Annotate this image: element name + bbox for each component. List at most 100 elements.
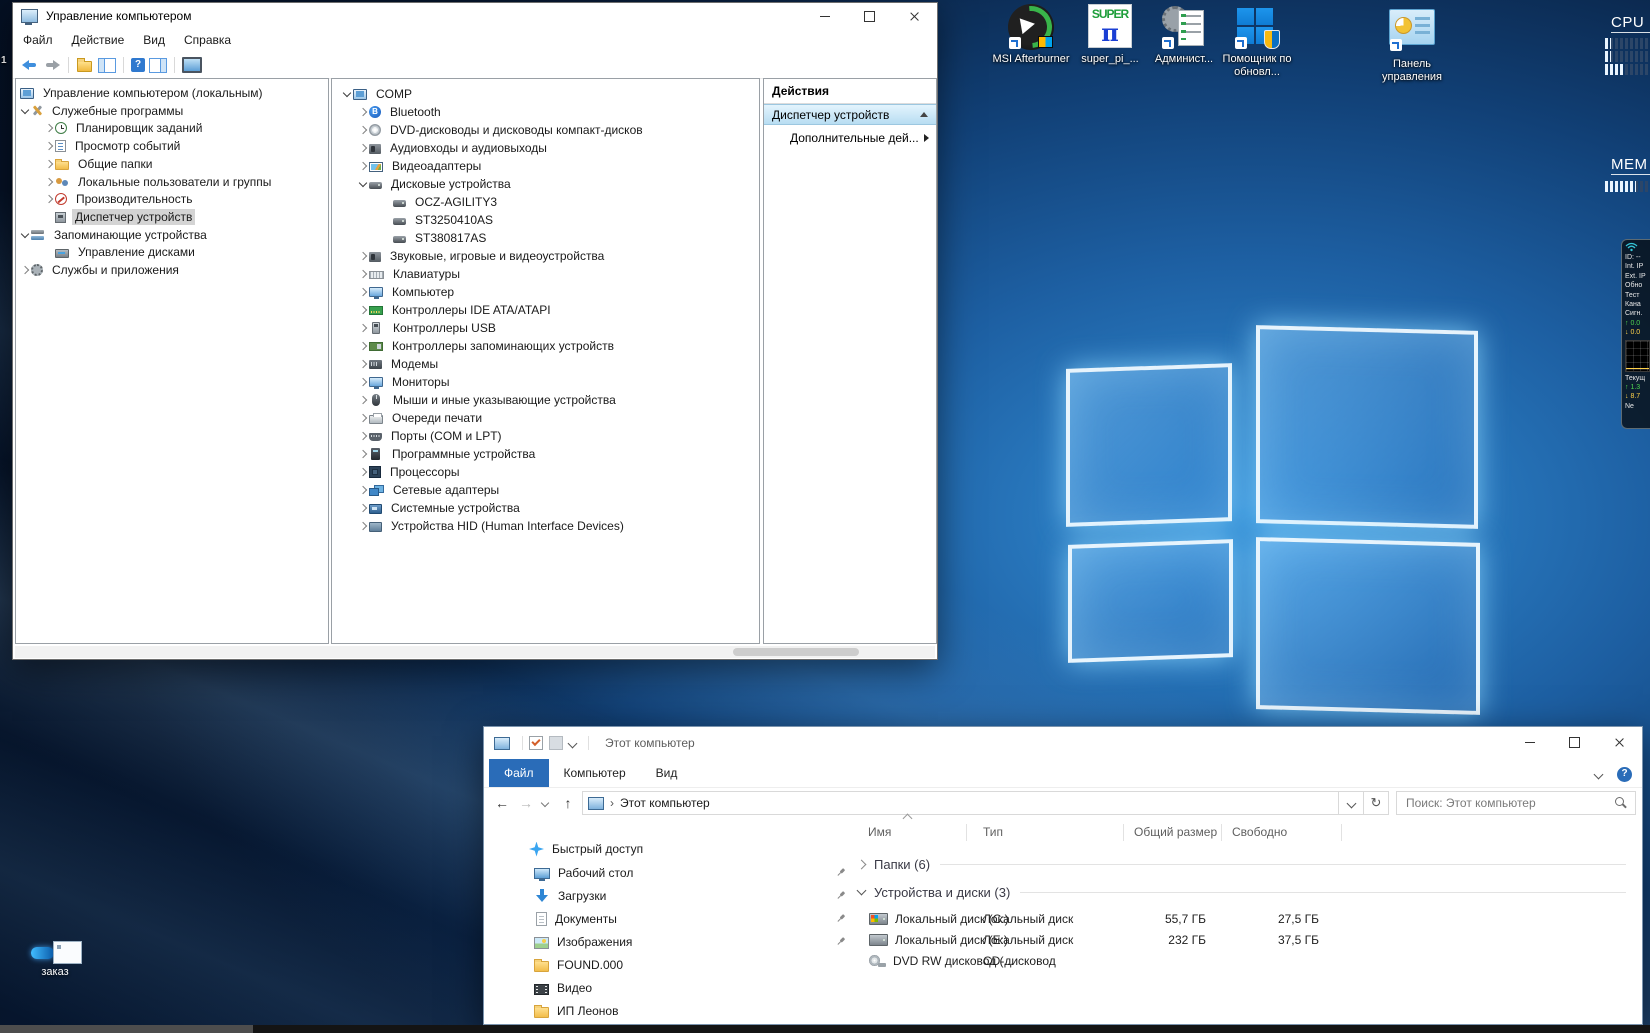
show-console-tree-icon[interactable] (98, 58, 116, 73)
device-row[interactable]: ST380817AS (332, 229, 759, 247)
search-box[interactable] (1396, 791, 1636, 815)
nav-quick-access[interactable]: Быстрый доступ (529, 838, 643, 860)
search-icon[interactable] (1615, 797, 1628, 810)
customize-qat-chevron-icon[interactable] (568, 738, 578, 748)
tree-item-device-manager[interactable]: Диспетчер устройств (16, 208, 328, 226)
device-category-row[interactable]: Контроллеры USB (332, 319, 759, 337)
device-category-row[interactable]: Системные устройства (332, 499, 759, 517)
tree-item-storage[interactable]: Запоминающие устройства (16, 226, 328, 244)
device-category-row[interactable]: Контроллеры IDE ATA/ATAPI (332, 301, 759, 319)
tree-item-disk-management[interactable]: Управление дисками (16, 243, 328, 261)
close-button[interactable] (892, 3, 937, 29)
menu-help[interactable]: Справка (184, 33, 231, 47)
device-category-row[interactable]: Контроллеры запоминающих устройств (332, 337, 759, 355)
minimize-button[interactable] (802, 3, 847, 29)
device-category-row[interactable]: Модемы (332, 355, 759, 373)
drive-row-e[interactable]: Локальный диск (E:) Локальный диск 232 Г… (858, 929, 1626, 950)
zakaz-shortcut-icon[interactable] (31, 947, 54, 959)
help-icon[interactable] (131, 58, 145, 72)
column-header-free[interactable]: Свободно (1221, 825, 1341, 839)
group-folders[interactable]: Папки (6) (858, 853, 1626, 875)
device-category-row[interactable]: Очереди печати (332, 409, 759, 427)
group-devices-drives[interactable]: Устройства и диски (3) (858, 881, 1626, 903)
device-row[interactable]: ST3250410AS (332, 211, 759, 229)
tree-item-task-scheduler[interactable]: Планировщик заданий (16, 119, 328, 137)
group-collapsed-chevron-icon[interactable] (857, 859, 867, 869)
tree-item-shared-folders[interactable]: Общие папки (16, 155, 328, 173)
horizontal-scrollbar[interactable] (15, 646, 935, 658)
device-category-row[interactable]: Дисковые устройства (332, 175, 759, 193)
menu-view[interactable]: Вид (143, 33, 165, 47)
device-root-row[interactable]: COMP (332, 85, 759, 103)
actions-more-item[interactable]: Дополнительные дей... (764, 128, 936, 148)
tree-item-local-users[interactable]: Локальные пользователи и группы (16, 173, 328, 191)
nav-item-videos[interactable]: Видео (534, 977, 592, 999)
refresh-button[interactable]: ↻ (1364, 791, 1389, 815)
column-header-name[interactable]: Имя (858, 825, 966, 839)
column-divider[interactable] (1123, 824, 1124, 841)
collapse-arrow-icon[interactable] (920, 112, 928, 117)
dvd-drive-row[interactable]: DVD RW дисковод (... CD-дисковод (858, 950, 1626, 971)
breadcrumb[interactable]: Этот компьютер (620, 796, 710, 810)
actions-device-manager-item[interactable]: Диспетчер устройств (764, 104, 936, 125)
back-icon[interactable] (21, 57, 39, 73)
maximize-button[interactable] (1552, 727, 1597, 757)
folder-icon[interactable] (76, 57, 94, 73)
device-category-row[interactable]: Порты (COM и LPT) (332, 427, 759, 445)
device-category-row[interactable]: DVD-дисководы и дисководы компакт-дисков (332, 121, 759, 139)
device-category-row[interactable]: Мониторы (332, 373, 759, 391)
device-category-row[interactable]: Устройства HID (Human Interface Devices) (332, 517, 759, 535)
nav-item-ip-leonov[interactable]: ИП Леонов (534, 1000, 618, 1022)
show-action-pane-icon[interactable] (149, 58, 167, 73)
menu-action[interactable]: Действие (72, 33, 125, 47)
address-dropdown-button[interactable] (1339, 791, 1364, 815)
device-row[interactable]: OCZ-AGILITY3 (332, 193, 759, 211)
device-category-row[interactable]: Клавиатуры (332, 265, 759, 283)
taskbar[interactable] (0, 1025, 1650, 1033)
search-input[interactable] (1404, 795, 1615, 811)
column-header-type[interactable]: Тип (966, 825, 1123, 839)
tree-item-performance[interactable]: Производительность (16, 190, 328, 208)
device-category-row[interactable]: Звуковые, игровые и видеоустройства (332, 247, 759, 265)
tree-item-event-viewer[interactable]: Просмотр событий (16, 137, 328, 155)
desktop-icon-control-panel[interactable]: Панель управления (1366, 4, 1458, 84)
properties-icon[interactable] (529, 736, 543, 750)
device-category-row[interactable]: Bluetooth (332, 103, 759, 121)
nav-item-pictures[interactable]: Изображения (534, 931, 632, 953)
forward-icon[interactable] (43, 57, 61, 73)
nav-item-desktop[interactable]: Рабочий стол (534, 862, 633, 884)
monitor-icon[interactable] (182, 57, 202, 73)
column-header-total-size[interactable]: Общий размер (1123, 825, 1221, 839)
device-category-row[interactable]: Процессоры (332, 463, 759, 481)
breadcrumb-chevron-icon[interactable]: › (610, 796, 614, 810)
device-category-row[interactable]: Аудиовходы и аудиовыходы (332, 139, 759, 157)
zakaz-shortcut-icon[interactable] (53, 941, 82, 964)
nav-item-documents[interactable]: Документы (534, 908, 617, 930)
column-divider[interactable] (1221, 824, 1222, 841)
group-expanded-chevron-icon[interactable] (857, 886, 867, 896)
nav-item-downloads[interactable]: Загрузки (534, 885, 606, 907)
nav-item-found000[interactable]: FOUND.000 (534, 954, 623, 976)
device-category-row[interactable]: Мыши и иные указывающие устройства (332, 391, 759, 409)
back-icon[interactable]: ← (490, 795, 514, 811)
new-folder-icon[interactable] (549, 736, 563, 750)
help-icon[interactable] (1617, 767, 1632, 782)
minimize-button[interactable] (1507, 727, 1552, 757)
up-icon[interactable]: ↑ (556, 795, 580, 811)
tree-item-computer-management[interactable]: Управление компьютером (локальным) (16, 84, 328, 102)
device-category-row[interactable]: Видеоадаптеры (332, 157, 759, 175)
title-bar[interactable]: Этот компьютер (484, 727, 1642, 759)
title-bar[interactable]: Управление компьютером (13, 3, 937, 29)
tab-file[interactable]: Файл (489, 759, 549, 787)
column-divider[interactable] (966, 824, 967, 841)
tree-item-system-tools[interactable]: Служебные программы (16, 102, 328, 120)
recent-locations-chevron-icon[interactable] (541, 799, 549, 807)
device-category-row[interactable]: Программные устройства (332, 445, 759, 463)
tab-computer[interactable]: Компьютер (549, 759, 641, 787)
column-divider[interactable] (1341, 824, 1342, 841)
maximize-button[interactable] (847, 3, 892, 29)
close-button[interactable] (1597, 727, 1642, 757)
device-category-row[interactable]: Сетевые адаптеры (332, 481, 759, 499)
taskbar-segment[interactable] (0, 1025, 253, 1033)
menu-file[interactable]: Файл (23, 33, 53, 47)
